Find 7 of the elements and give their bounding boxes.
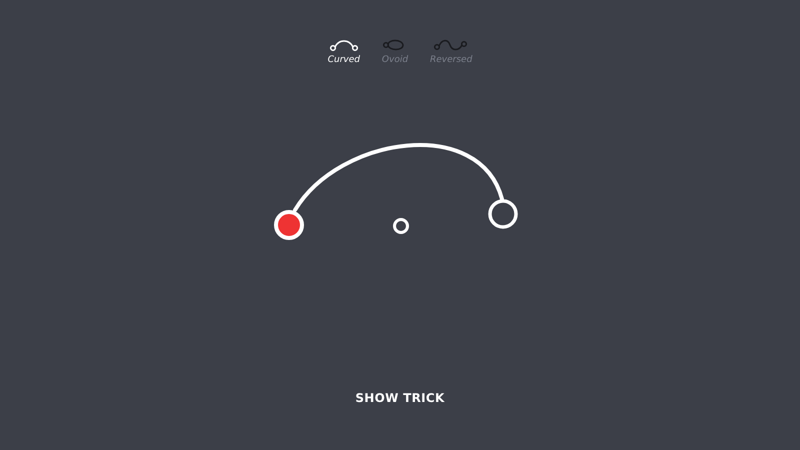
end-point[interactable] [488, 198, 518, 228]
shape-tab[interactable]: Curved [328, 38, 360, 68]
control-handle[interactable] [393, 218, 409, 234]
show-trick-button[interactable]: SHOW TRICK [355, 388, 445, 406]
start-point[interactable] [274, 210, 304, 240]
wave-icon [433, 38, 470, 52]
arc-icon [328, 38, 359, 52]
